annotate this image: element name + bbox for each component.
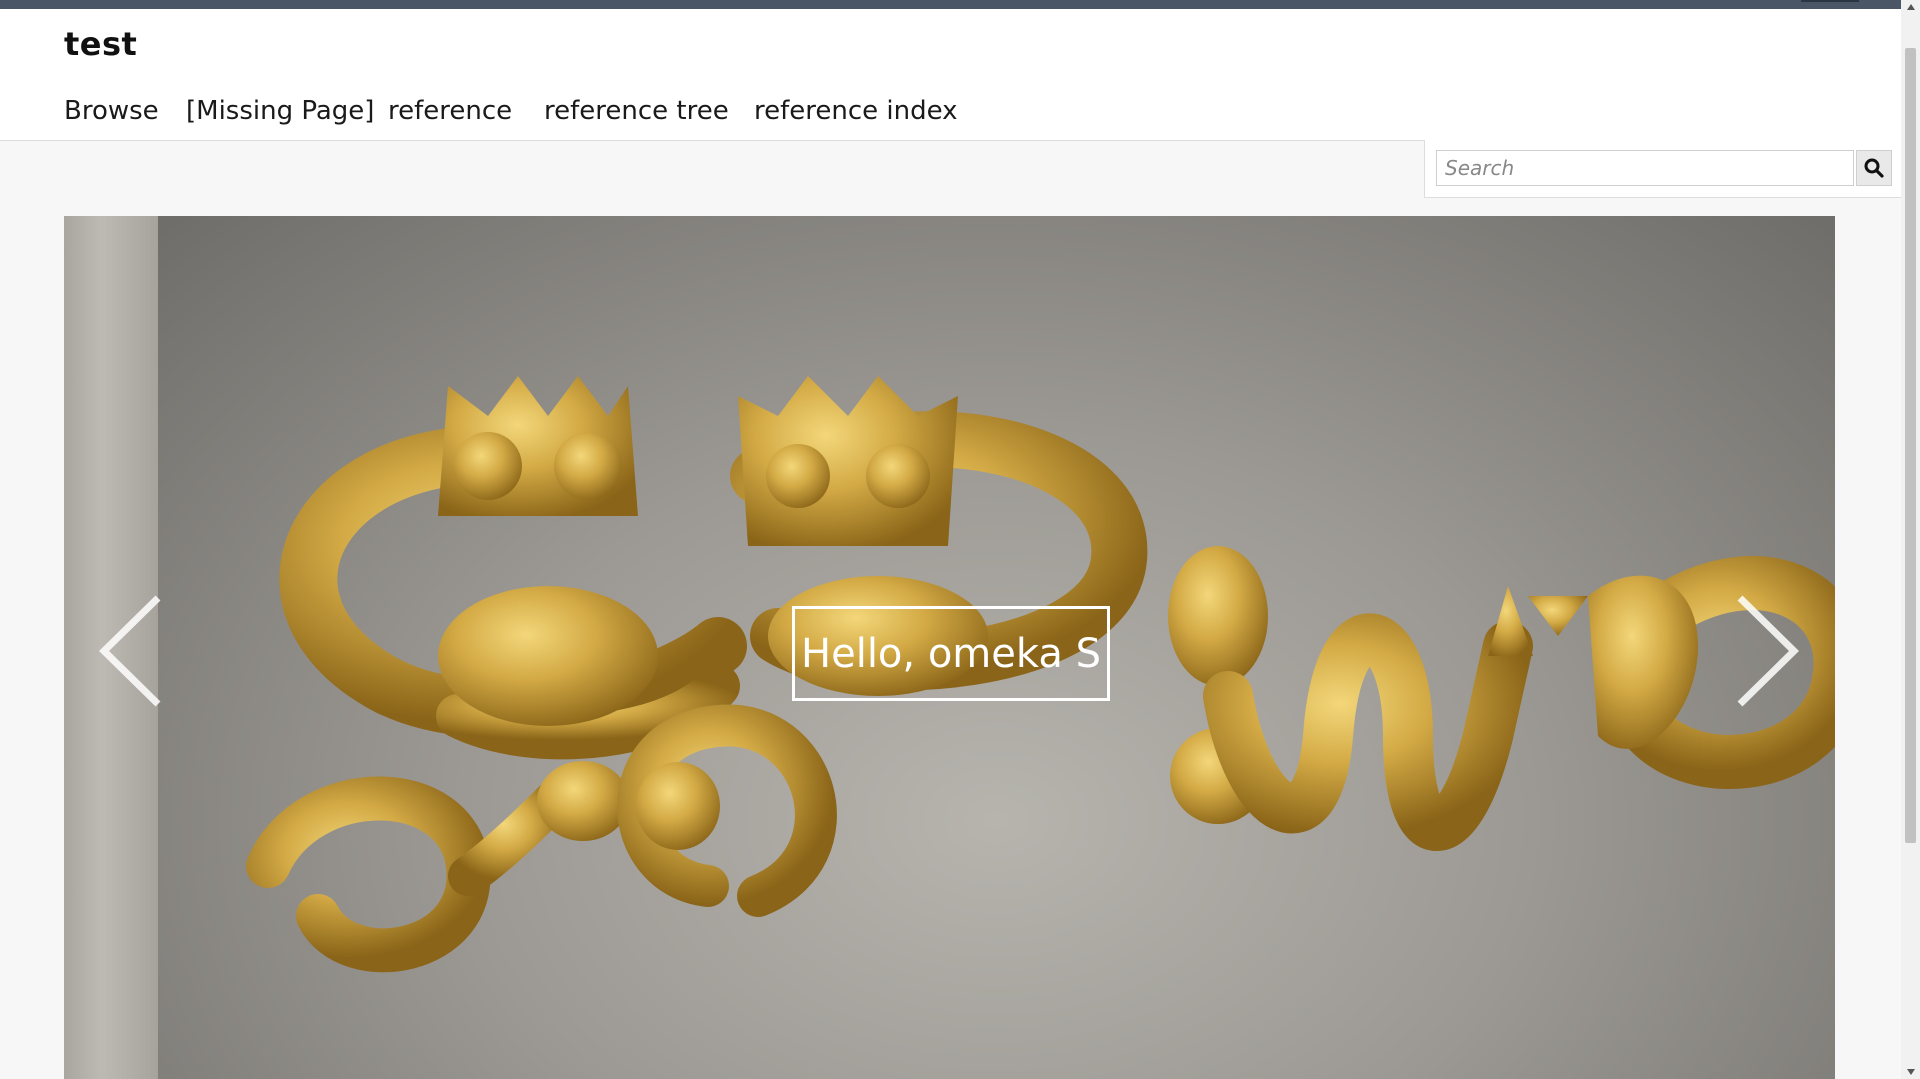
nav-item-reference-index[interactable]: reference index bbox=[754, 93, 958, 129]
nav-item-browse[interactable]: Browse bbox=[64, 93, 159, 129]
next-slide-button[interactable] bbox=[1724, 586, 1804, 716]
nav-item-missing-page[interactable]: [Missing Page] bbox=[186, 93, 374, 129]
search-form bbox=[1424, 140, 1901, 198]
scroll-up-button[interactable] bbox=[1901, 0, 1920, 14]
top-admin-bar bbox=[0, 0, 1901, 9]
scroll-down-button[interactable] bbox=[1901, 1065, 1920, 1079]
search-input[interactable] bbox=[1436, 150, 1854, 186]
search-icon bbox=[1864, 158, 1884, 178]
image-slider: Hello, omeka S bbox=[64, 216, 1835, 1079]
scroll-up-arrow-icon bbox=[1906, 4, 1915, 10]
chevron-right-icon bbox=[1737, 595, 1799, 707]
page-scrollbar[interactable] bbox=[1901, 0, 1920, 1079]
previous-slide-button[interactable] bbox=[94, 586, 174, 716]
search-button[interactable] bbox=[1856, 150, 1892, 186]
slide-caption[interactable]: Hello, omeka S bbox=[792, 606, 1110, 701]
site-title[interactable]: test bbox=[64, 25, 137, 63]
top-bar-tab[interactable] bbox=[1801, 0, 1859, 2]
site-header: test Browse [Missing Page] reference ref… bbox=[0, 9, 1901, 141]
scroll-thumb[interactable] bbox=[1905, 48, 1916, 843]
nav-item-reference-tree[interactable]: reference tree bbox=[544, 93, 729, 129]
chevron-left-icon bbox=[99, 595, 161, 707]
scroll-down-arrow-icon bbox=[1906, 1069, 1915, 1075]
nav-item-reference[interactable]: reference bbox=[388, 93, 512, 129]
